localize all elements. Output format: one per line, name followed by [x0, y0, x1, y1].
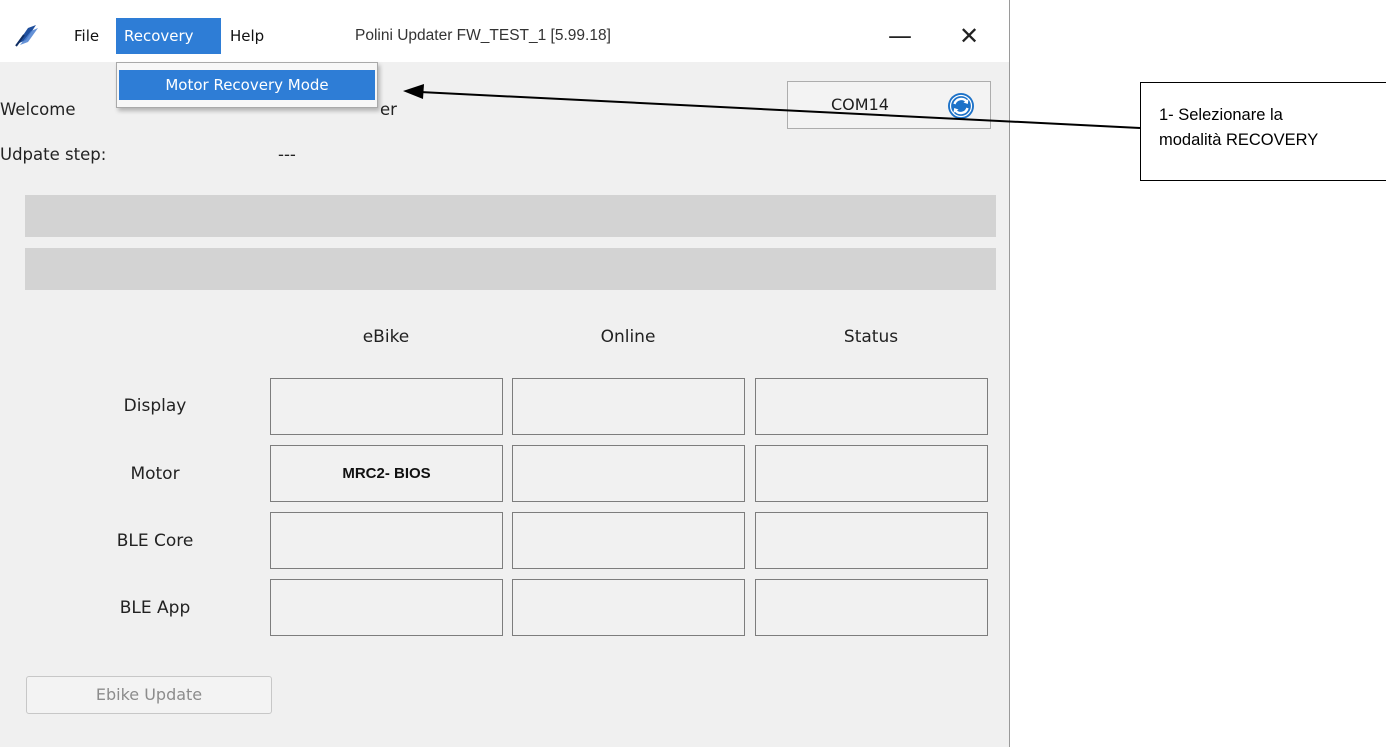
update-step-label: Udpate step: — [0, 145, 107, 164]
menu-recovery[interactable]: Recovery — [116, 18, 221, 54]
menu-file[interactable]: File — [66, 18, 107, 54]
updater-window: File Recovery Help Polini Updater FW_TES… — [0, 0, 1010, 747]
cell-ble-core-status — [755, 512, 988, 569]
cell-motor-ebike: MRC2- BIOS — [270, 445, 503, 502]
progress-bar-1 — [25, 195, 996, 237]
menu-help[interactable]: Help — [222, 18, 272, 54]
recovery-dropdown-menu: Motor Recovery Mode — [116, 62, 378, 108]
row-label-motor: Motor — [130, 464, 180, 484]
row-label-ble-core: BLE Core — [116, 531, 194, 551]
cell-ble-core-online — [512, 512, 745, 569]
minimize-button[interactable]: — — [880, 18, 920, 54]
com-port-selector[interactable]: COM14 — [787, 81, 991, 129]
annotation-line-2: modalità RECOVERY — [1159, 131, 1319, 149]
cell-ble-app-ebike — [270, 579, 503, 636]
row-label-ble-app: BLE App — [119, 598, 191, 618]
refresh-icon[interactable] — [946, 91, 976, 121]
cell-ble-app-status — [755, 579, 988, 636]
app-logo-icon — [15, 25, 38, 47]
cell-display-status — [755, 378, 988, 435]
cell-ble-core-ebike — [270, 512, 503, 569]
cell-display-ebike — [270, 378, 503, 435]
annotation-callout: 1- Selezionare la modalità RECOVERY — [1140, 82, 1386, 181]
ebike-update-button[interactable]: Ebike Update — [26, 676, 272, 714]
progress-bar-2 — [25, 248, 996, 290]
window-title: Polini Updater FW_TEST_1 [5.99.18] — [355, 27, 611, 44]
column-header-status: Status — [843, 327, 899, 347]
update-step-value: --- — [278, 145, 296, 164]
welcome-label-tail: er — [380, 100, 397, 119]
cell-motor-status — [755, 445, 988, 502]
com-port-value: COM14 — [831, 95, 889, 114]
annotation-line-1: 1- Selezionare la — [1159, 106, 1283, 124]
column-header-ebike: eBike — [362, 327, 410, 347]
column-header-online: Online — [600, 327, 656, 347]
row-label-display: Display — [123, 396, 187, 416]
welcome-label: Welcome — [0, 100, 76, 119]
title-bar: File Recovery Help Polini Updater FW_TES… — [0, 0, 1009, 62]
cell-ble-app-online — [512, 579, 745, 636]
menu-item-motor-recovery-mode[interactable]: Motor Recovery Mode — [119, 70, 375, 100]
close-button[interactable]: ✕ — [949, 18, 989, 54]
cell-display-online — [512, 378, 745, 435]
cell-motor-online — [512, 445, 745, 502]
